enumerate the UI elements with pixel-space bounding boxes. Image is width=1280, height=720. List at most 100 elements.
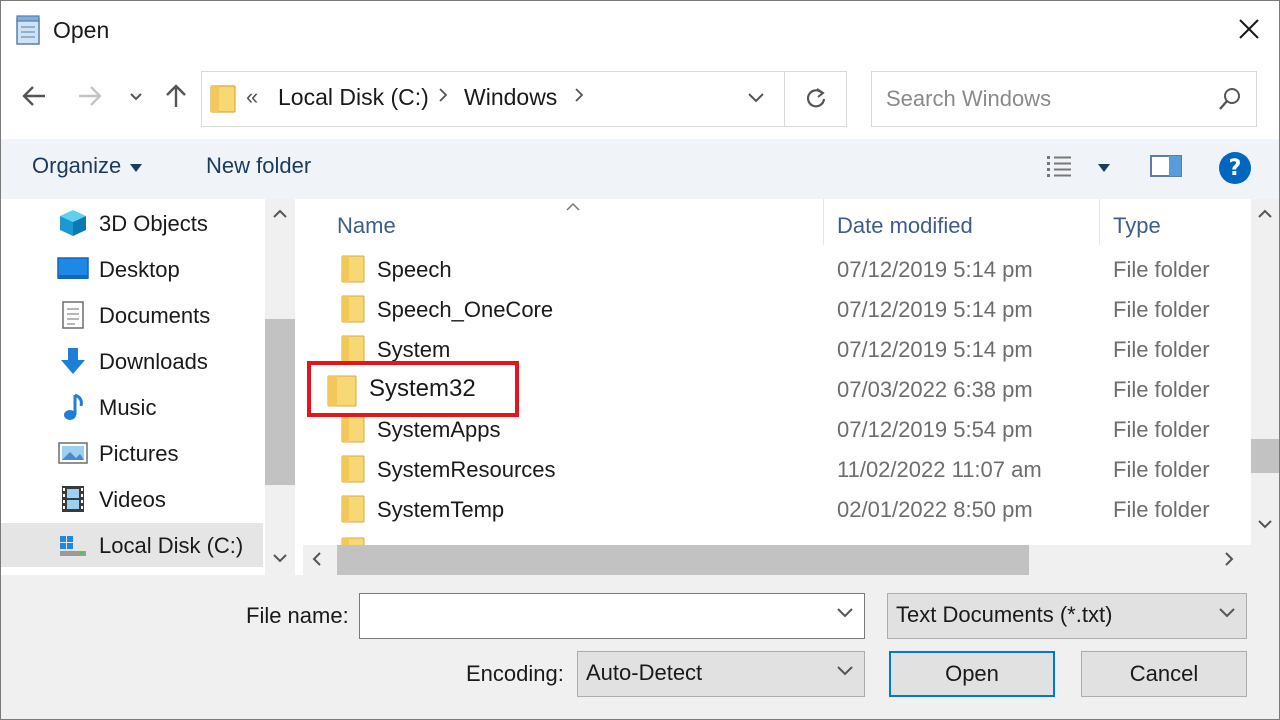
close-icon bbox=[1238, 18, 1260, 45]
forward-button[interactable] bbox=[73, 81, 107, 115]
column-header-name[interactable]: Name bbox=[303, 199, 823, 253]
folder-icon bbox=[341, 295, 365, 328]
address-bar[interactable]: « Local Disk (C:) Windows bbox=[201, 71, 847, 127]
scrollbar-thumb[interactable] bbox=[265, 319, 295, 485]
file-type: File folder bbox=[1113, 297, 1210, 322]
open-dialog: Open « Local Disk (C:) Windows Search Wi… bbox=[0, 0, 1280, 720]
nav-item-music[interactable]: Music bbox=[1, 385, 263, 429]
file-row[interactable]: Speech 07/12/2019 5:14 pm File folder bbox=[303, 249, 1249, 289]
nav-item-label: Videos bbox=[99, 487, 166, 512]
refresh-icon bbox=[805, 87, 827, 114]
back-arrow-icon bbox=[21, 85, 47, 112]
organize-label: Organize bbox=[32, 153, 122, 178]
breadcrumb-separator-icon[interactable] bbox=[574, 86, 584, 109]
scrollbar-thumb[interactable] bbox=[337, 545, 1029, 575]
file-date: 07/03/2022 6:38 pm bbox=[837, 377, 1033, 402]
preview-pane-icon[interactable] bbox=[1149, 153, 1183, 184]
nav-item-label: Local Disk (C:) bbox=[99, 533, 244, 558]
file-type: File folder bbox=[1113, 337, 1210, 362]
cancel-button-label: Cancel bbox=[1129, 661, 1199, 686]
file-date: 07/12/2019 5:14 pm bbox=[837, 297, 1033, 322]
file-row-partial[interactable] bbox=[303, 531, 1249, 545]
file-name-input[interactable] bbox=[368, 600, 828, 630]
file-row[interactable]: Speech_OneCore 07/12/2019 5:14 pm File f… bbox=[303, 289, 1249, 329]
column-header-type[interactable]: Type bbox=[1101, 199, 1249, 253]
videos-icon bbox=[57, 485, 89, 513]
column-header-label: Name bbox=[337, 213, 396, 238]
nav-item-documents[interactable]: Documents bbox=[1, 293, 263, 337]
file-type-select[interactable]: Text Documents (*.txt) bbox=[887, 593, 1247, 639]
breadcrumb-local-disk[interactable]: Local Disk (C:) bbox=[278, 84, 429, 111]
folder-icon bbox=[341, 255, 365, 288]
nav-item-downloads[interactable]: Downloads bbox=[1, 339, 263, 383]
file-type: File folder bbox=[1113, 377, 1210, 402]
chevron-down-icon[interactable] bbox=[836, 606, 854, 624]
highlight-box-system32[interactable]: System32 bbox=[307, 361, 519, 417]
music-icon bbox=[57, 393, 89, 421]
new-folder-button[interactable]: New folder bbox=[206, 153, 311, 179]
nav-item-desktop[interactable]: Desktop bbox=[1, 247, 263, 291]
scroll-right-icon[interactable] bbox=[1223, 551, 1235, 572]
details-view-icon bbox=[1041, 153, 1075, 184]
file-row[interactable]: SystemResources 11/02/2022 11:07 am File… bbox=[303, 449, 1249, 489]
notepad-icon bbox=[15, 15, 41, 45]
scrollbar-thumb[interactable] bbox=[1251, 439, 1279, 473]
close-button[interactable] bbox=[1219, 1, 1279, 61]
search-icon[interactable] bbox=[1218, 86, 1242, 117]
nav-item-label: Music bbox=[99, 395, 157, 420]
cancel-button[interactable]: Cancel bbox=[1081, 651, 1247, 697]
encoding-select[interactable]: Auto-Detect bbox=[577, 651, 865, 697]
file-name: Speech_OneCore bbox=[377, 297, 554, 322]
folder-icon bbox=[341, 455, 365, 488]
nav-item-3d-objects[interactable]: 3D Objects bbox=[1, 201, 263, 245]
breadcrumb-windows[interactable]: Windows bbox=[464, 84, 557, 111]
scroll-down-icon[interactable] bbox=[272, 551, 288, 569]
scroll-up-icon[interactable] bbox=[1257, 207, 1273, 225]
file-name-combobox[interactable] bbox=[359, 593, 865, 639]
scroll-left-icon[interactable] bbox=[311, 551, 323, 572]
refresh-button[interactable] bbox=[796, 82, 836, 118]
file-type: File folder bbox=[1113, 497, 1210, 522]
pictures-icon bbox=[57, 439, 89, 467]
column-divider[interactable] bbox=[1099, 199, 1100, 245]
caret-down-icon bbox=[129, 153, 143, 179]
breadcrumb-separator-icon[interactable] bbox=[438, 86, 448, 109]
change-view-button[interactable] bbox=[1041, 153, 1111, 184]
column-divider[interactable] bbox=[823, 199, 824, 245]
desktop-icon bbox=[57, 255, 89, 283]
column-header-label: Type bbox=[1113, 213, 1161, 238]
nav-item-pictures[interactable]: Pictures bbox=[1, 431, 263, 475]
file-list-vertical-scrollbar[interactable] bbox=[1251, 199, 1279, 545]
address-overflow[interactable]: « bbox=[246, 84, 258, 110]
scroll-down-icon[interactable] bbox=[1257, 517, 1273, 535]
open-button[interactable]: Open bbox=[889, 651, 1055, 697]
folder-icon bbox=[341, 415, 365, 448]
encoding-label: Encoding: bbox=[466, 661, 564, 686]
file-list-horizontal-scrollbar[interactable] bbox=[303, 545, 1251, 575]
recent-locations-button[interactable] bbox=[119, 81, 153, 115]
file-date: 07/12/2019 5:14 pm bbox=[837, 257, 1033, 282]
search-input[interactable] bbox=[886, 82, 1206, 116]
search-box[interactable] bbox=[871, 71, 1257, 127]
address-history-button[interactable] bbox=[738, 82, 774, 118]
file-name: SystemTemp bbox=[377, 497, 505, 522]
help-button[interactable]: ? bbox=[1219, 152, 1251, 184]
nav-item-label: Downloads bbox=[99, 349, 208, 374]
nav-item-videos[interactable]: Videos bbox=[1, 477, 263, 521]
up-button[interactable] bbox=[159, 81, 193, 115]
nav-item-local-disk[interactable]: Local Disk (C:) bbox=[1, 523, 263, 567]
organize-button[interactable]: Organize bbox=[32, 153, 143, 179]
nav-pane-scrollbar[interactable] bbox=[265, 199, 295, 575]
file-name-system32: System32 bbox=[369, 375, 476, 402]
scroll-up-icon[interactable] bbox=[272, 207, 288, 225]
file-row[interactable]: SystemTemp 02/01/2022 8:50 pm File folde… bbox=[303, 489, 1249, 529]
file-type-value: Text Documents (*.txt) bbox=[896, 602, 1113, 627]
file-type: File folder bbox=[1113, 457, 1210, 482]
column-header-date[interactable]: Date modified bbox=[825, 199, 1099, 253]
scrollbar-corner bbox=[1251, 545, 1279, 575]
navigation-row: « Local Disk (C:) Windows bbox=[1, 61, 1279, 139]
chevron-down-icon bbox=[1218, 606, 1236, 624]
command-toolbar: Organize New folder ? bbox=[1, 139, 1279, 199]
caret-down-icon[interactable] bbox=[1097, 160, 1111, 178]
back-button[interactable] bbox=[17, 81, 51, 115]
